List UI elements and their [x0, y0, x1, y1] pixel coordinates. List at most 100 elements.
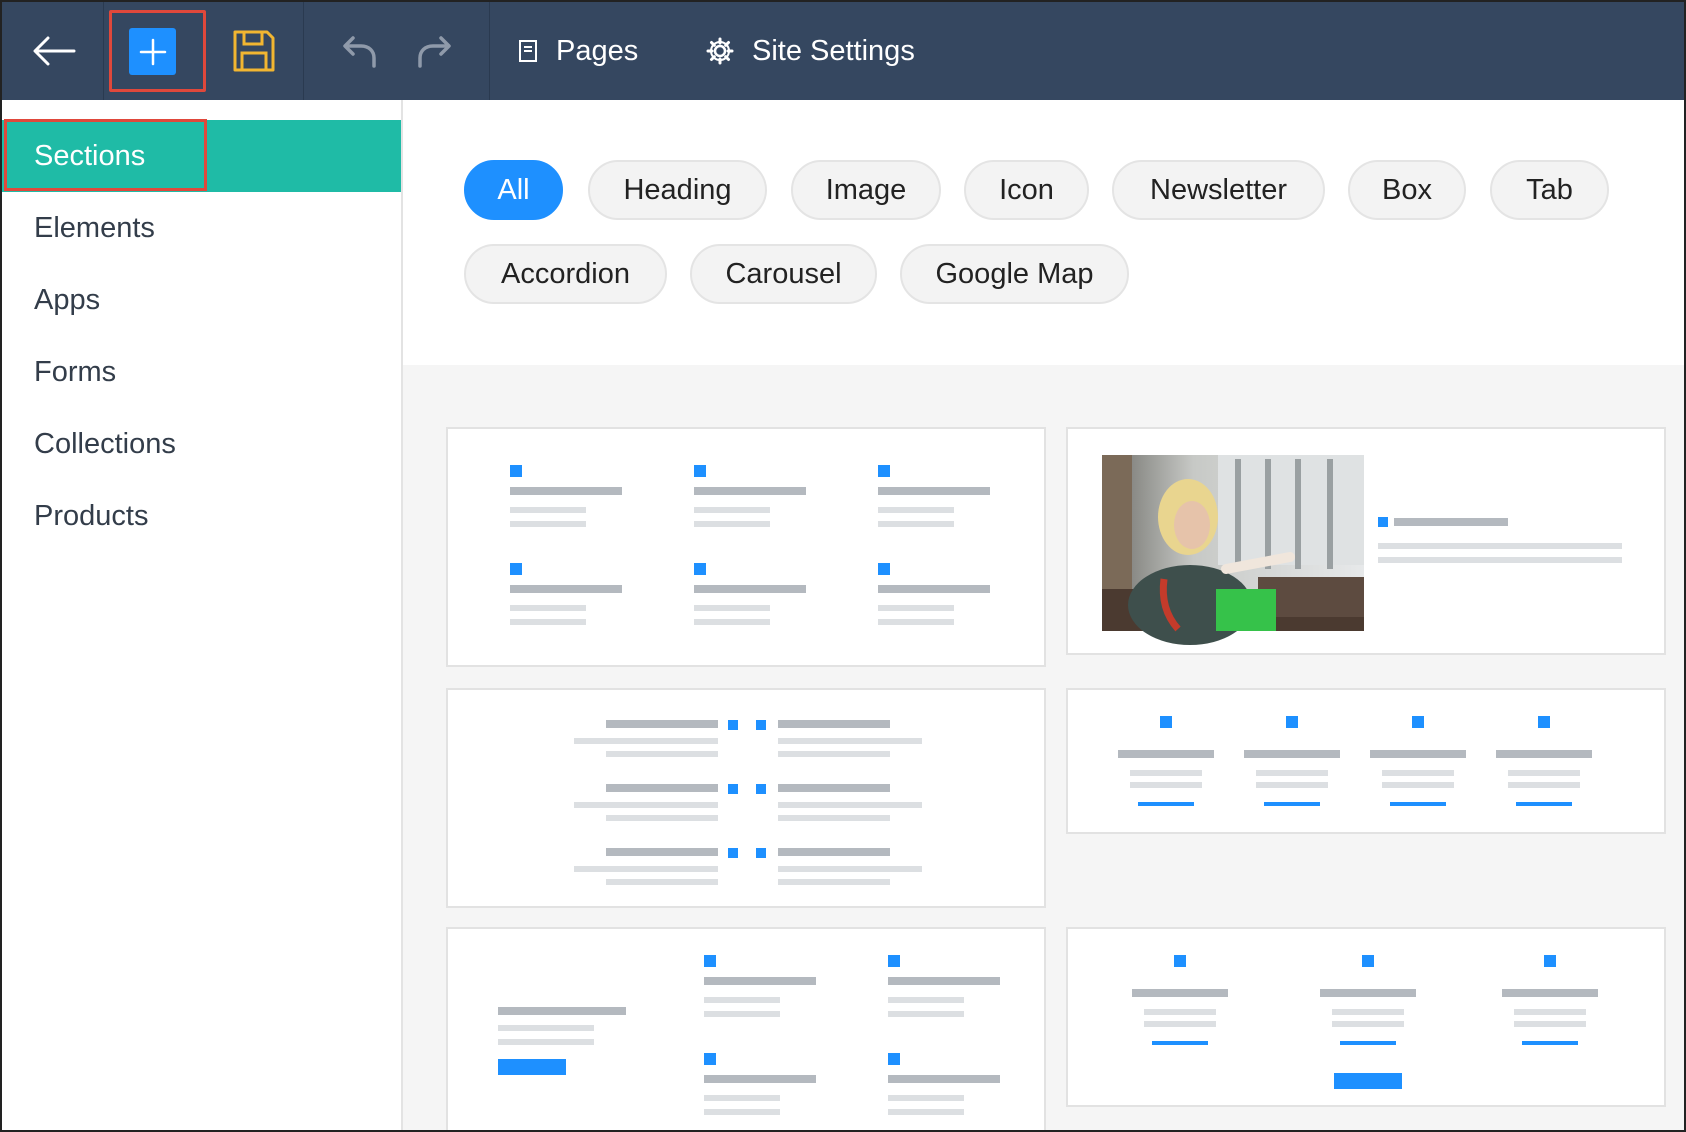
filter-chip-carousel[interactable]: Carousel [690, 244, 877, 304]
page-icon [518, 39, 538, 63]
placeholder-text [1508, 782, 1580, 788]
placeholder-icon [694, 465, 706, 477]
section-template-card[interactable] [1066, 688, 1666, 834]
placeholder-icon [878, 465, 890, 477]
section-template-card[interactable] [446, 427, 1046, 667]
placeholder-text [1130, 770, 1202, 776]
placeholder-icon [510, 563, 522, 575]
placeholder-text [1508, 770, 1580, 776]
placeholder-icon [888, 1053, 900, 1065]
placeholder-text [1332, 1009, 1404, 1015]
add-button[interactable] [129, 28, 176, 75]
save-button[interactable] [228, 26, 280, 76]
sidebar-item-elements[interactable]: Elements [2, 192, 401, 264]
site-settings-button[interactable]: Site Settings [706, 26, 915, 76]
chip-label: Newsletter [1150, 173, 1287, 206]
filter-chip-icon[interactable]: Icon [964, 160, 1089, 220]
placeholder-text [694, 507, 770, 513]
placeholder-icon [1160, 716, 1172, 728]
chip-label: Accordion [501, 257, 630, 290]
placeholder-link [1152, 1041, 1208, 1045]
sidebar-item-products[interactable]: Products [2, 480, 401, 552]
chip-label: Icon [999, 173, 1054, 206]
placeholder-text [878, 507, 954, 513]
floppy-disk-icon [233, 30, 275, 72]
section-template-card[interactable] [446, 688, 1046, 908]
placeholder-title [498, 1007, 626, 1015]
placeholder-title [1496, 750, 1592, 758]
section-template-card[interactable] [446, 927, 1046, 1130]
pages-button[interactable]: Pages [518, 26, 638, 76]
placeholder-link [1340, 1041, 1396, 1045]
redo-icon [418, 36, 451, 68]
filter-chip-heading[interactable]: Heading [588, 160, 767, 220]
chip-label: Box [1382, 173, 1432, 206]
section-template-card[interactable] [1066, 427, 1666, 655]
placeholder-icon [756, 784, 766, 794]
placeholder-text [704, 1011, 780, 1017]
sidebar-item-apps[interactable]: Apps [2, 264, 401, 336]
chip-label: Heading [623, 173, 732, 206]
toolbar-divider [103, 2, 104, 100]
placeholder-icon [1538, 716, 1550, 728]
placeholder-text [574, 738, 718, 744]
filter-chip-tab[interactable]: Tab [1490, 160, 1609, 220]
placeholder-text [888, 1109, 964, 1115]
filter-chip-image[interactable]: Image [791, 160, 941, 220]
placeholder-text [778, 802, 922, 808]
filter-chip-newsletter[interactable]: Newsletter [1112, 160, 1325, 220]
placeholder-title [778, 848, 890, 856]
template-preview [1118, 716, 1592, 806]
placeholder-title [694, 585, 806, 593]
placeholder-text [1130, 782, 1202, 788]
sidebar-item-label: Products [34, 499, 149, 532]
template-preview [1132, 955, 1598, 1089]
filter-chip-box[interactable]: Box [1348, 160, 1466, 220]
placeholder-title [510, 585, 622, 593]
section-template-card[interactable] [1066, 927, 1666, 1107]
redo-button[interactable] [410, 26, 460, 76]
placeholder-text [574, 802, 718, 808]
site-settings-label: Site Settings [752, 34, 915, 67]
undo-button[interactable] [334, 26, 384, 76]
filter-chip-all[interactable]: All [464, 160, 563, 220]
top-toolbar: Pages Site Settings [2, 2, 1684, 100]
placeholder-title [1394, 518, 1508, 526]
placeholder-text [1256, 782, 1328, 788]
undo-icon [343, 36, 376, 68]
back-button[interactable] [22, 22, 86, 80]
placeholder-text [510, 521, 586, 527]
section-templates [403, 365, 1684, 1130]
placeholder-text [1256, 770, 1328, 776]
placeholder-icon [728, 720, 738, 730]
placeholder-text [510, 605, 586, 611]
sidebar-item-forms[interactable]: Forms [2, 336, 401, 408]
placeholder-title [778, 784, 890, 792]
placeholder-text [888, 1095, 964, 1101]
placeholder-icon [1412, 716, 1424, 728]
placeholder-title [606, 720, 718, 728]
placeholder-icon [1362, 955, 1374, 967]
placeholder-link [1516, 802, 1572, 806]
placeholder-text [878, 521, 954, 527]
placeholder-text [704, 997, 780, 1003]
filter-chip-google-map[interactable]: Google Map [900, 244, 1129, 304]
placeholder-text [1144, 1021, 1216, 1027]
sidebar-item-collections[interactable]: Collections [2, 408, 401, 480]
plus-icon [139, 38, 166, 65]
placeholder-icon [1544, 955, 1556, 967]
placeholder-link [1390, 802, 1446, 806]
placeholder-title [1244, 750, 1340, 758]
placeholder-text [704, 1109, 780, 1115]
placeholder-text [606, 879, 718, 885]
placeholder-title [704, 977, 816, 985]
placeholder-title [510, 487, 622, 495]
filter-chip-accordion[interactable]: Accordion [464, 244, 667, 304]
sidebar-item-sections[interactable]: Sections [2, 120, 401, 192]
placeholder-button [498, 1059, 566, 1075]
placeholder-icon [1174, 955, 1186, 967]
placeholder-text [1382, 782, 1454, 788]
app-frame: Pages Site Settings Sections Elements Ap… [0, 0, 1686, 1132]
placeholder-link [1522, 1041, 1578, 1045]
sidebar-item-label: Collections [34, 427, 176, 460]
